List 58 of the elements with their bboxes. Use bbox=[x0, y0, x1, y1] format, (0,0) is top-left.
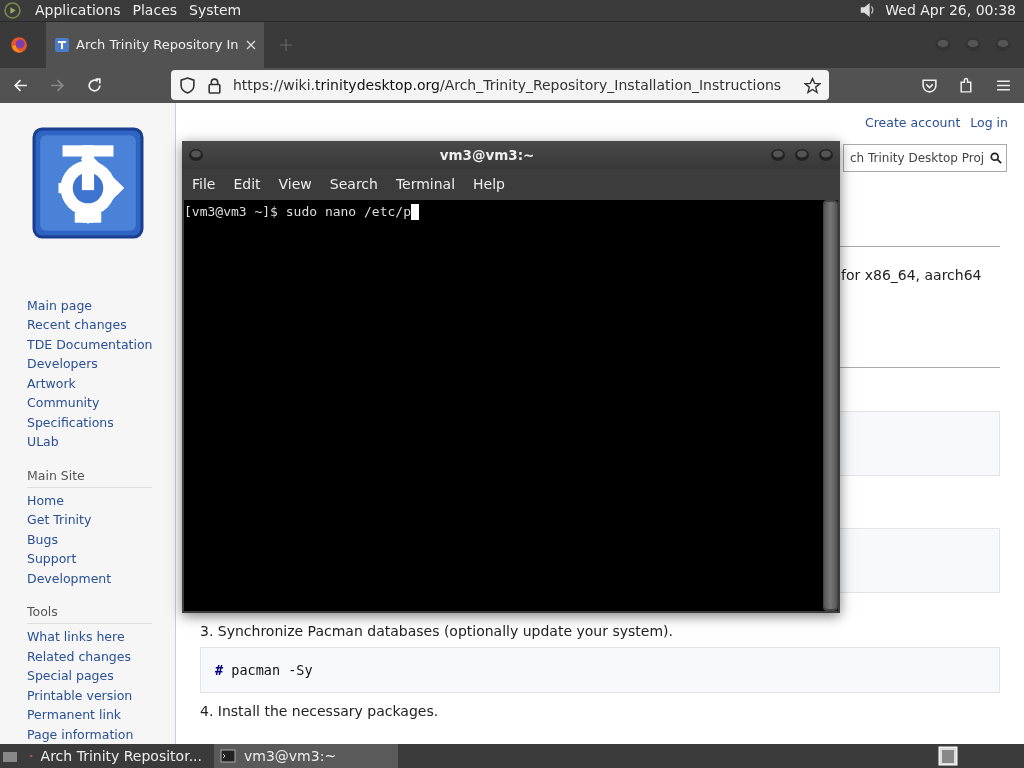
window-title: vm3@vm3:~ bbox=[439, 146, 535, 163]
sidebar-link[interactable]: Related changes bbox=[27, 646, 152, 666]
sidebar-link[interactable]: Community bbox=[27, 393, 152, 413]
sidebar-link[interactable]: What links here bbox=[27, 627, 152, 647]
trinity-logo-icon[interactable] bbox=[32, 126, 144, 239]
search-field[interactable]: ch Trinity Desktop Proj bbox=[843, 143, 1007, 172]
terminal-menu[interactable]: View bbox=[278, 176, 312, 192]
terminal-menu[interactable]: Terminal bbox=[395, 176, 456, 192]
terminal-icon bbox=[220, 748, 236, 764]
window-icon[interactable] bbox=[938, 746, 958, 766]
shield-icon bbox=[179, 76, 196, 94]
panel-menu[interactable]: Places bbox=[132, 2, 178, 19]
code-block: # pacman -Sy bbox=[200, 646, 1000, 693]
panel-menu[interactable]: Applications bbox=[35, 2, 121, 19]
sidebar-link[interactable]: Recent changes bbox=[27, 315, 152, 335]
browser-tab[interactable]: Arch Trinity Repository In bbox=[46, 21, 264, 68]
sidebar-link[interactable]: Home bbox=[27, 490, 152, 510]
address-bar[interactable]: https://wiki.trinitydesktop.org/Arch_Trinity_Repository_Installation_Instructions bbox=[171, 70, 829, 101]
terminal-menu[interactable]: Edit bbox=[233, 176, 261, 192]
panel-menu[interactable]: System bbox=[189, 2, 242, 19]
terminal-menu[interactable]: File bbox=[192, 176, 216, 192]
terminal-line: [vm3@vm3 ~]$ sudo nano /etc/p bbox=[184, 204, 411, 219]
sidebar-link[interactable]: Page information bbox=[27, 724, 152, 744]
sidebar-link[interactable]: Specifications bbox=[27, 412, 152, 432]
account-link[interactable]: Create account bbox=[865, 114, 961, 130]
close-icon[interactable] bbox=[246, 39, 256, 50]
step-text: 3. Synchronize Pacman databases (optionally update your system). bbox=[200, 622, 674, 639]
taskbar-button[interactable]: Arch Trinity Repositor... bbox=[24, 744, 208, 768]
reload-icon[interactable] bbox=[86, 76, 103, 94]
lock-icon bbox=[206, 76, 223, 94]
cursor bbox=[411, 203, 419, 220]
sidebar-link[interactable]: Developers bbox=[27, 354, 152, 374]
sidebar-link[interactable]: TDE Documentation bbox=[27, 334, 152, 354]
sidebar-link[interactable]: Bugs bbox=[27, 529, 152, 549]
sidebar-link[interactable]: Special pages bbox=[27, 666, 152, 686]
clock[interactable]: Wed Apr 26, 00:38 bbox=[885, 2, 1016, 19]
terminal-menu[interactable]: Search bbox=[329, 176, 378, 192]
speaker-icon[interactable] bbox=[859, 1, 876, 20]
terminal-menu[interactable]: Help bbox=[473, 176, 505, 192]
step-text: 4. Install the necessary packages. bbox=[200, 702, 440, 719]
star-icon[interactable] bbox=[804, 76, 821, 94]
sidebar-link[interactable]: Support bbox=[27, 549, 152, 569]
sidebar-link[interactable]: Get Trinity bbox=[27, 510, 152, 530]
account-link[interactable]: Log in bbox=[970, 114, 1008, 130]
sidebar-link[interactable]: Main page bbox=[27, 295, 152, 315]
sidebar-link[interactable]: Development bbox=[27, 568, 152, 588]
pocket-icon[interactable] bbox=[921, 76, 938, 94]
taskbar-button[interactable]: vm3@vm3:~ bbox=[214, 744, 398, 768]
sidebar-link[interactable]: Permanent link bbox=[27, 705, 152, 725]
sidebar-heading: Main Site bbox=[27, 467, 152, 488]
scrollbar[interactable] bbox=[823, 199, 838, 611]
body-text: for x86_64, aarch64 bbox=[841, 266, 983, 283]
sidebar-link[interactable]: ULab bbox=[27, 432, 152, 452]
sidebar-heading: Tools bbox=[27, 604, 152, 624]
sidebar-link[interactable]: Artwork bbox=[27, 373, 152, 393]
search-icon[interactable] bbox=[990, 151, 1002, 164]
sidebar-link[interactable]: Printable version bbox=[27, 685, 152, 705]
distro-logo-icon[interactable] bbox=[4, 1, 21, 19]
